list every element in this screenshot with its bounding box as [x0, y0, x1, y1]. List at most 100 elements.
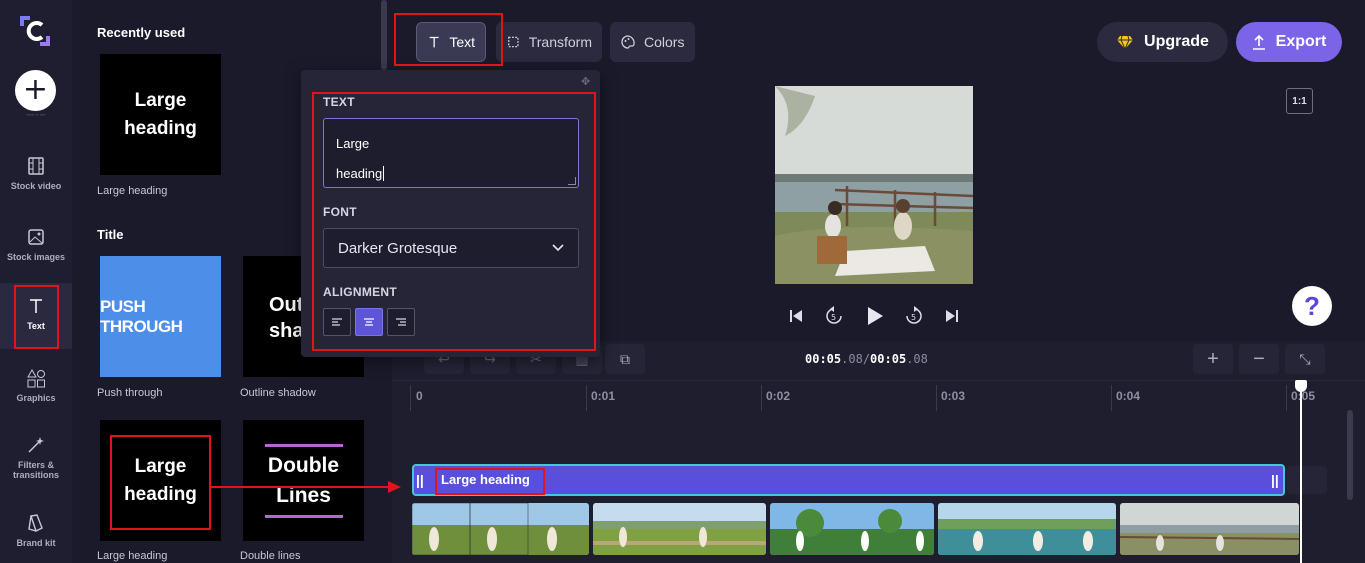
create-new-button[interactable]: +	[15, 70, 56, 111]
text-content-input[interactable]: Large heading	[323, 118, 579, 188]
text-line-1: Large	[336, 136, 370, 151]
svg-text:5: 5	[911, 313, 916, 322]
playhead[interactable]	[1300, 380, 1302, 563]
rail-item-filters-transitions[interactable]: Filters & transitions	[0, 422, 72, 488]
thumb-text: Large heading	[124, 455, 197, 505]
aspect-ratio-button[interactable]: 1:1	[1286, 88, 1313, 114]
rewind-5-icon: 5	[826, 306, 842, 324]
align-center-icon	[364, 318, 374, 326]
rail-item-label: Stock images	[6, 252, 66, 262]
thumb-caption: Double lines	[240, 550, 301, 562]
diamond-icon	[1117, 35, 1134, 50]
film-icon	[28, 157, 44, 175]
text-line-2: heading	[336, 159, 566, 189]
tab-label: Text	[449, 34, 475, 50]
thumb-text: PUSH THROUGH	[100, 296, 183, 336]
video-clip[interactable]	[412, 503, 589, 555]
rail-item-stock-video[interactable]: Stock video	[0, 143, 72, 209]
timeline-scrollbar[interactable]	[1347, 410, 1353, 500]
rail-item-label: Stock video	[10, 181, 62, 191]
tick-line	[1111, 385, 1112, 411]
total-time: 00:05	[870, 352, 907, 366]
skip-to-start-button[interactable]	[785, 303, 807, 329]
alignment-section-label: ALIGNMENT	[323, 285, 398, 299]
drag-handle-icon[interactable]: ✥	[581, 75, 590, 88]
tick-label: 0:04	[1116, 389, 1141, 403]
forward-5-icon: 5	[906, 306, 922, 324]
svg-text:5: 5	[831, 313, 836, 322]
thumb-caption: Large heading	[97, 185, 168, 197]
video-clip[interactable]	[938, 503, 1116, 555]
total-time-frac: .08	[906, 352, 928, 366]
template-thumb-large-heading-recent[interactable]: Large heading	[100, 54, 221, 175]
template-thumb-push-through[interactable]: PUSH THROUGH	[100, 256, 221, 377]
library-scrollbar[interactable]	[381, 0, 387, 70]
timecode: 00:05.08/00:05.08	[805, 352, 928, 366]
minus-icon: −	[1253, 347, 1265, 370]
tab-text[interactable]: Text	[416, 22, 486, 62]
upload-icon	[1252, 34, 1265, 50]
timeline-ruler[interactable]: 0 0:01 0:02 0:03 0:04 0:05	[392, 380, 1365, 411]
export-button[interactable]: Export	[1236, 22, 1342, 62]
text-clip[interactable]: || ||	[412, 464, 1285, 496]
tab-colors[interactable]: Colors	[610, 22, 695, 62]
fit-timeline-button[interactable]: ⤡	[1285, 344, 1325, 374]
shapes-icon	[27, 368, 45, 388]
rail-item-brand-kit[interactable]: Brand kit	[0, 500, 72, 563]
rail-item-label: Graphics	[16, 393, 56, 403]
zoom-out-button[interactable]: −	[1239, 344, 1279, 374]
tab-transform[interactable]: Transform	[496, 22, 602, 62]
font-section-label: FONT	[323, 205, 357, 219]
trim-handle-right[interactable]: ||	[1271, 472, 1281, 490]
crop-icon	[508, 36, 519, 48]
skip-back-icon	[790, 310, 802, 322]
forward-5s-button[interactable]: 5	[902, 303, 926, 329]
align-center-button[interactable]	[355, 308, 383, 336]
template-thumb-large-heading[interactable]: Large heading	[100, 420, 221, 541]
question-icon: ?	[1304, 290, 1320, 321]
section-title-title: Title	[97, 227, 124, 242]
chevron-down-icon	[552, 244, 564, 252]
align-left-button[interactable]	[323, 308, 351, 336]
thumb-caption: Push through	[97, 387, 163, 399]
zoom-in-button[interactable]: +	[1193, 344, 1233, 374]
tick-line	[1286, 385, 1287, 411]
video-clip[interactable]	[770, 503, 934, 555]
video-clip[interactable]	[593, 503, 766, 555]
time-separator: /	[862, 352, 871, 366]
help-button[interactable]: ?	[1292, 286, 1332, 326]
play-icon	[868, 307, 883, 325]
align-right-button[interactable]	[387, 308, 415, 336]
rewind-5s-button[interactable]: 5	[822, 303, 846, 329]
clipchamp-logo[interactable]	[16, 12, 54, 50]
plus-icon: +	[1207, 347, 1219, 370]
annotation-arrow-icon	[210, 481, 401, 493]
rail-item-text[interactable]: Text	[0, 283, 72, 349]
export-label: Export	[1275, 33, 1327, 50]
track-end-area	[1287, 466, 1327, 494]
text-icon	[30, 299, 42, 313]
text-line-2-value: heading	[336, 166, 383, 181]
play-button[interactable]	[862, 303, 888, 329]
section-title-recently-used: Recently used	[97, 25, 186, 40]
video-clip[interactable]	[1120, 503, 1299, 555]
decorative-line	[264, 514, 343, 518]
video-preview[interactable]	[775, 86, 973, 284]
font-dropdown[interactable]: Darker Grotesque	[323, 228, 579, 268]
trim-handle-left[interactable]: ||	[416, 472, 426, 490]
text-clip-label: Large heading	[441, 472, 530, 487]
playhead-handle[interactable]	[1295, 380, 1307, 392]
tick-line	[936, 385, 937, 411]
upgrade-button[interactable]: Upgrade	[1097, 22, 1228, 62]
align-right-icon	[396, 318, 406, 326]
rail-item-graphics[interactable]: Graphics	[0, 355, 72, 421]
skip-to-end-button[interactable]	[942, 303, 962, 329]
rail-item-stock-images[interactable]: Stock images	[0, 214, 72, 280]
palette-icon	[621, 35, 635, 49]
tick-label: 0:03	[941, 389, 966, 403]
tick-line	[586, 385, 587, 411]
duplicate-button[interactable]: ⧉	[605, 344, 645, 374]
tick-label: 0:01	[591, 389, 616, 403]
resize-handle-icon[interactable]	[568, 177, 576, 185]
thumb-caption: Large heading	[97, 550, 168, 562]
